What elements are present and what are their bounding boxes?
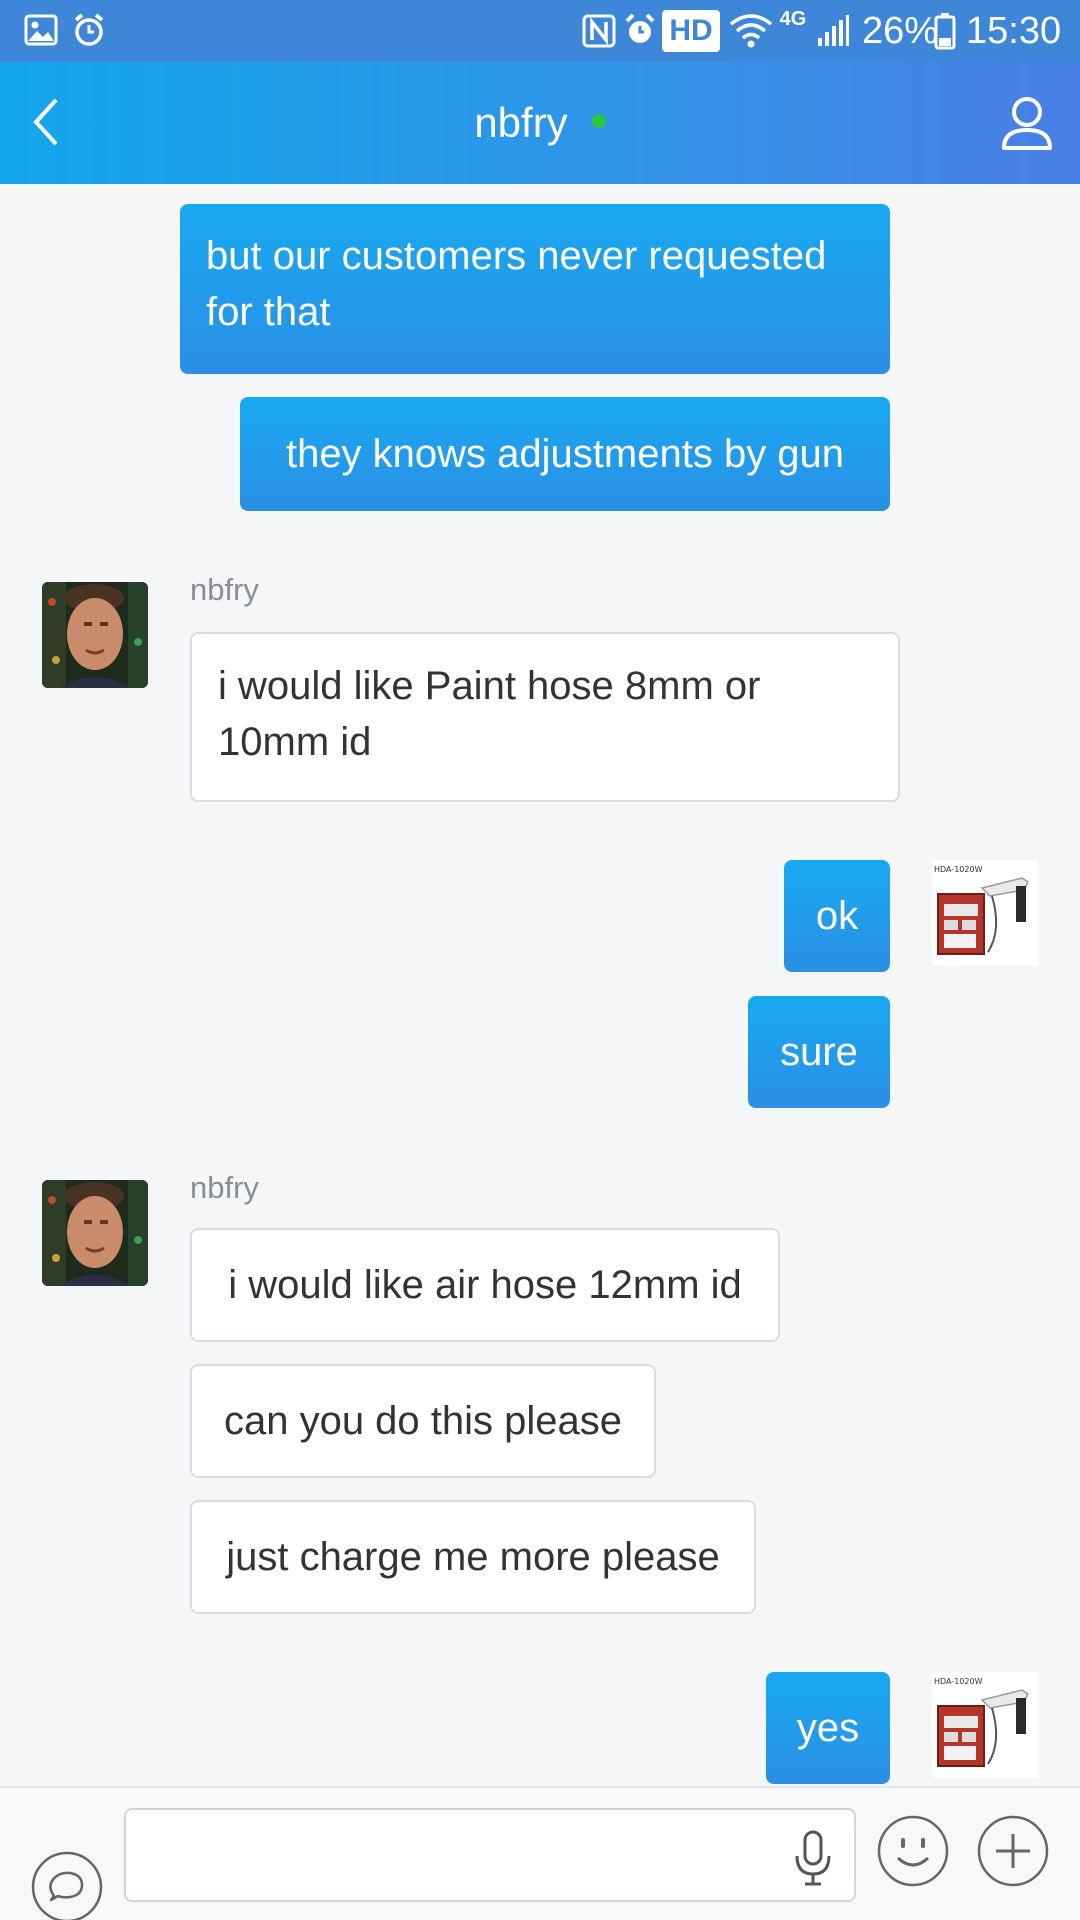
4g-icon: 4G	[779, 7, 807, 30]
message-bubble-outgoing[interactable]: they knows adjustments by gun	[240, 397, 890, 511]
message-text: but our customers never requested for th…	[206, 234, 827, 334]
chat-bubble-icon	[31, 1851, 103, 1920]
product-model-label: HDA-1020W	[934, 865, 983, 874]
sender-name: nbfry	[190, 1170, 259, 1205]
nfc-icon	[582, 14, 616, 48]
gallery-icon	[24, 14, 58, 46]
message-text: yes	[796, 1706, 860, 1750]
title-wrap: nbfry	[0, 62, 1080, 184]
chat-screen: HD 4G 26% 15:30 nbfry but our customers	[0, 0, 1080, 1920]
message-text: they knows adjustments by gun	[285, 432, 845, 476]
wifi-icon	[728, 12, 774, 50]
online-status-dot	[591, 114, 606, 128]
alarm-clock-icon	[72, 12, 106, 48]
message-bubble-outgoing[interactable]: yes	[766, 1672, 890, 1784]
chat-header: nbfry	[0, 62, 1080, 184]
message-bubble-incoming[interactable]: i would like Paint hose 8mm or 10mm id	[190, 632, 900, 802]
product-model-label: HDA-1020W	[934, 1677, 983, 1686]
message-bubble-outgoing[interactable]: but our customers never requested for th…	[180, 204, 890, 374]
sender-name: nbfry	[190, 572, 259, 607]
user-icon	[1002, 97, 1052, 150]
message-text: just charge me more please	[226, 1535, 720, 1579]
avatar[interactable]	[42, 1180, 148, 1286]
message-text: sure	[780, 1030, 858, 1074]
composer-bar	[0, 1786, 1080, 1920]
message-text: i would like air hose 12mm id	[228, 1263, 742, 1307]
emoji-icon	[877, 1815, 949, 1887]
hd-badge: HD	[662, 10, 720, 52]
product-thumbnail[interactable]: HDA-1020W	[932, 1672, 1038, 1778]
alarm-icon	[622, 12, 658, 48]
more-options-button[interactable]	[976, 1814, 1050, 1888]
message-text: ok	[815, 894, 859, 938]
plus-icon	[977, 1815, 1049, 1887]
contact-name: nbfry	[474, 99, 568, 146]
message-bubble-incoming[interactable]: can you do this please	[190, 1364, 656, 1478]
message-bubble-outgoing[interactable]: sure	[748, 996, 890, 1108]
battery-percent: 26%	[862, 10, 939, 52]
product-thumbnail[interactable]: HDA-1020W	[932, 860, 1038, 966]
battery-icon	[934, 12, 956, 50]
emoji-button[interactable]	[876, 1814, 950, 1888]
message-text: i would like Paint hose 8mm or 10mm id	[218, 664, 761, 764]
profile-button[interactable]	[996, 92, 1058, 154]
message-bubble-incoming[interactable]: i would like air hose 12mm id	[190, 1228, 780, 1342]
clock: 15:30	[966, 10, 1062, 52]
message-bubble-incoming[interactable]: just charge me more please	[190, 1500, 756, 1614]
message-input-box[interactable]	[124, 1808, 856, 1902]
avatar[interactable]	[42, 582, 148, 688]
signal-icon	[816, 14, 850, 48]
chat-mode-button[interactable]	[30, 1850, 104, 1920]
status-bar: HD 4G 26% 15:30	[0, 0, 1080, 62]
message-bubble-outgoing[interactable]: ok	[784, 860, 890, 972]
microphone-icon	[795, 1830, 831, 1886]
message-input[interactable]	[144, 1820, 764, 1892]
microphone-button[interactable]	[786, 1830, 840, 1888]
message-text: can you do this please	[223, 1399, 623, 1443]
